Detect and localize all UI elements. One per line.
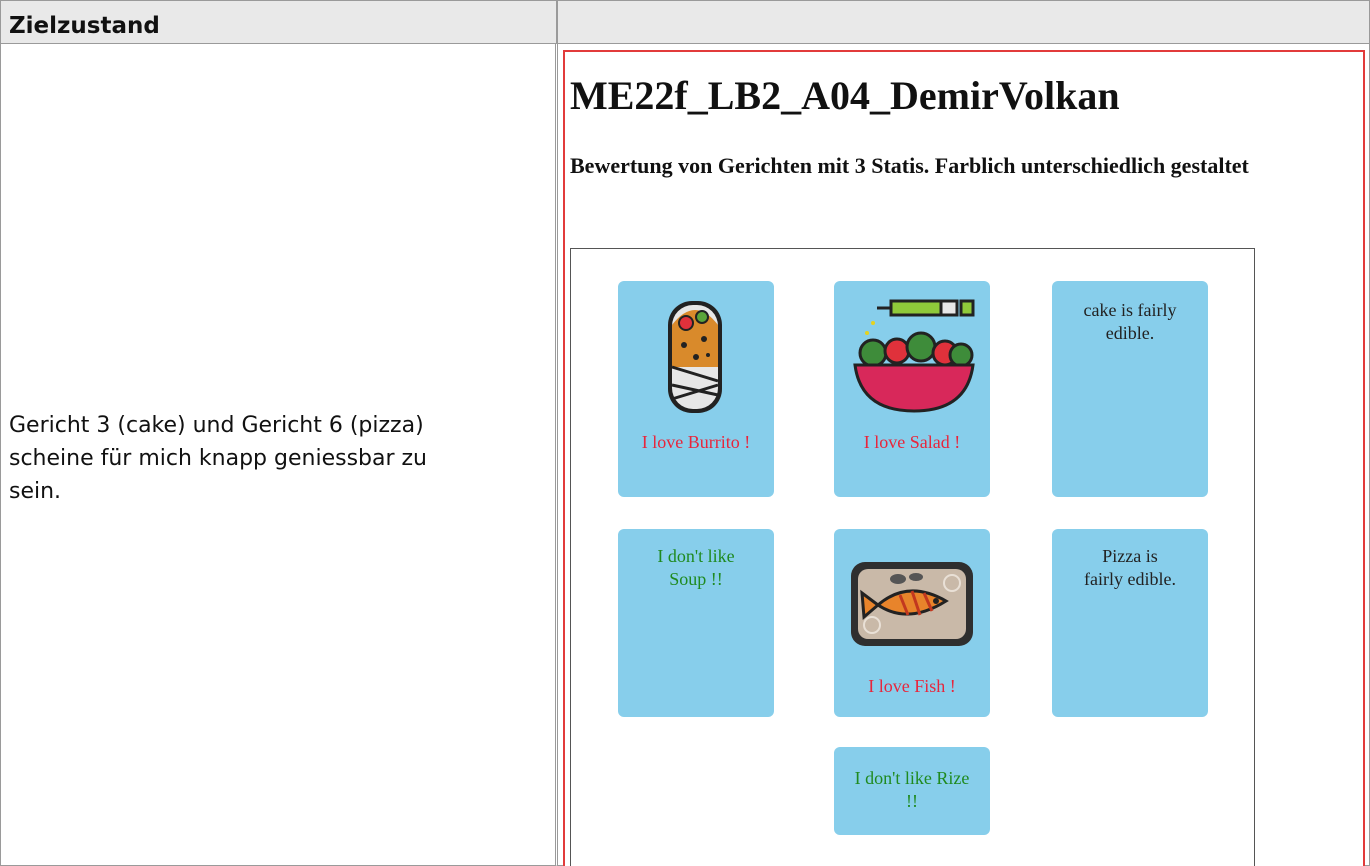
dish-card-salad: I love Salad ! xyxy=(834,281,990,497)
burrito-icon xyxy=(668,301,722,413)
embedded-screenshot: ME22f_LB2_A04_DemirVolkan Bewertung von … xyxy=(563,50,1365,866)
fish-tray-icon xyxy=(851,562,973,646)
description-text: Gericht 3 (cake) und Gericht 6 (pizza) s… xyxy=(9,413,427,504)
dish-card-soup: I don't like Soup !! xyxy=(618,529,774,717)
page-subtitle: Bewertung von Gerichten mit 3 Statis. Fa… xyxy=(570,153,1249,178)
table-header-left: Zielzustand xyxy=(0,0,558,44)
dish-card-burrito: I love Burrito ! xyxy=(618,281,774,497)
card-text: I love Fish ! xyxy=(868,676,956,696)
card-text: I don't like Soup !! xyxy=(657,546,735,589)
card-text: Pizza is fairly edible. xyxy=(1084,546,1176,589)
page-title: ME22f_LB2_A04_DemirVolkan xyxy=(570,73,1120,118)
table-cell-description: Gericht 3 (cake) und Gericht 6 (pizza) s… xyxy=(0,43,558,866)
card-text: I don't like Rize !! xyxy=(854,768,970,811)
dish-grid: I love Burrito ! I love Salad ! cake is … xyxy=(570,248,1255,866)
dish-card-cake: cake is fairly edible. xyxy=(1052,281,1208,497)
salad-bowl-icon xyxy=(853,299,975,413)
table-header-right xyxy=(557,0,1370,44)
dish-card-pizza: Pizza is fairly edible. xyxy=(1052,529,1208,717)
dish-card-fish: I love Fish ! xyxy=(834,529,990,717)
dish-card-rice: I don't like Rize !! xyxy=(834,747,990,835)
card-text: I love Salad ! xyxy=(863,432,961,452)
card-text: cake is fairly edible. xyxy=(1083,300,1177,343)
card-text: I love Burrito ! xyxy=(641,432,751,452)
table-header-label: Zielzustand xyxy=(9,13,160,39)
